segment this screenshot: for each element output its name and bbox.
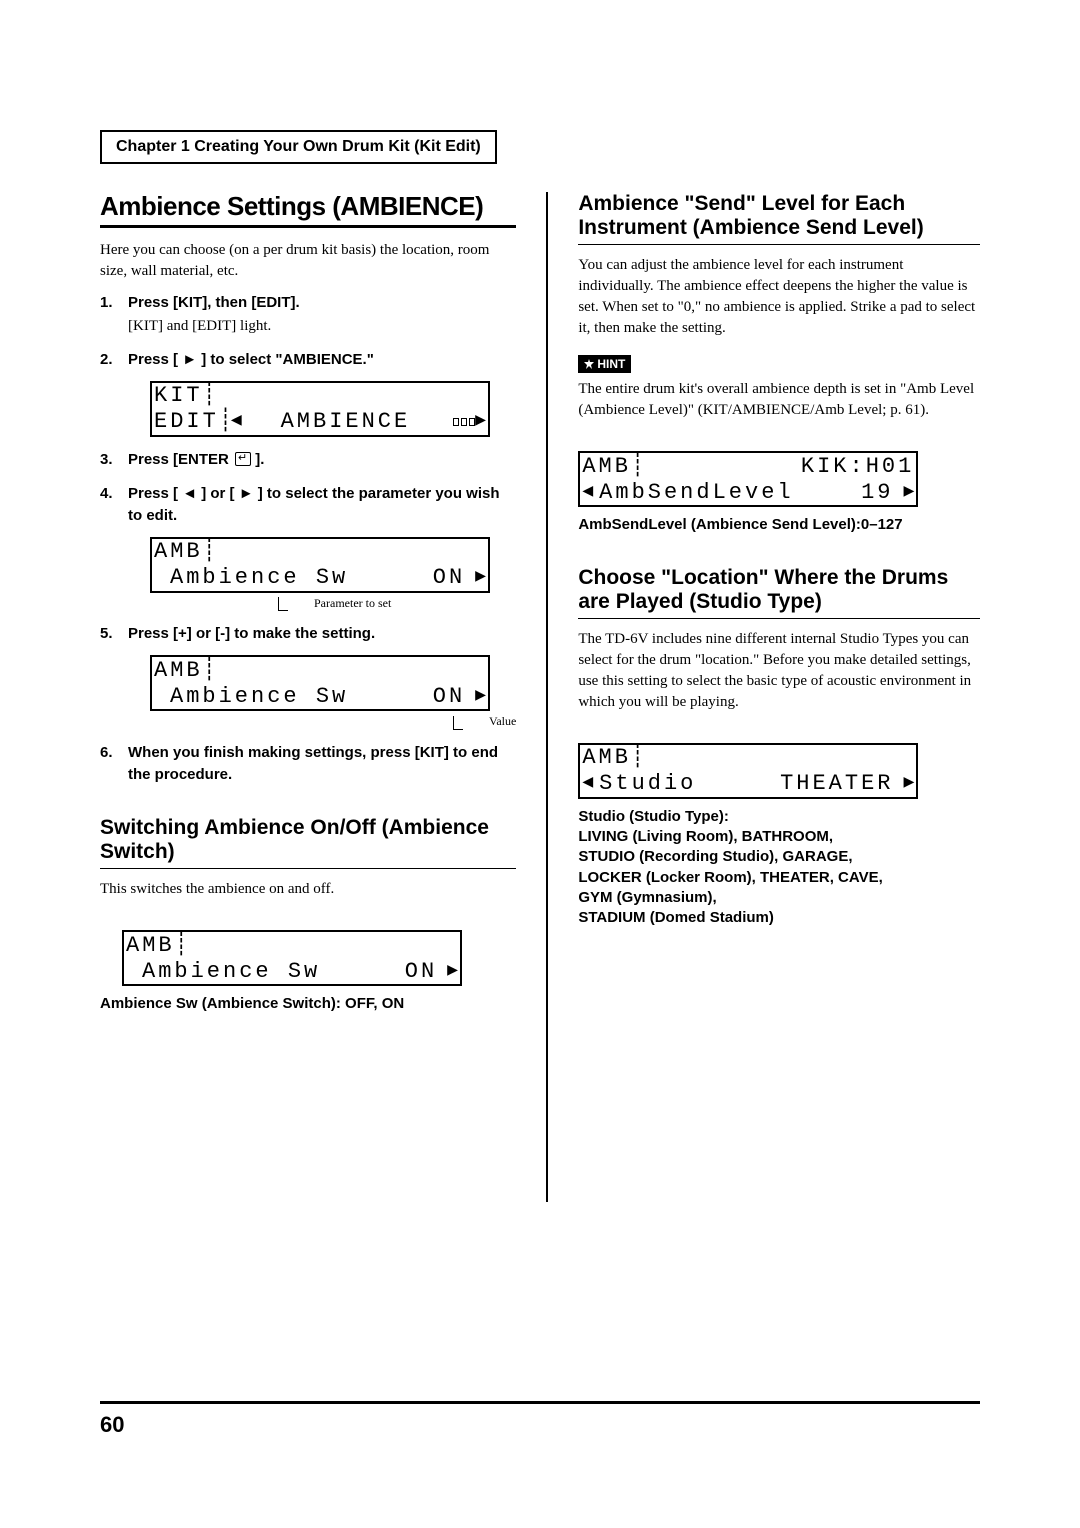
studio-line: GYM (Gymnasium), xyxy=(578,888,980,908)
divider-icon: ┊ xyxy=(203,659,215,682)
chapter-header: Chapter 1 Creating Your Own Drum Kit (Ki… xyxy=(100,130,497,164)
callout-label: Value xyxy=(489,713,516,730)
step-1-bold: Press [KIT], then [EDIT]. xyxy=(128,294,300,311)
left-arrow-icon: ◀ xyxy=(231,412,242,431)
hint-badge: HINT xyxy=(578,355,631,373)
send-level-params: AmbSendLevel (Ambience Send Level):0–127 xyxy=(578,515,980,535)
right-arrow-icon: ▶ xyxy=(475,568,486,587)
right-arrow-icon: ► xyxy=(239,485,254,502)
pattern-icon xyxy=(453,418,475,426)
columns: Ambience Settings (AMBIENCE) Here you ca… xyxy=(100,192,980,1202)
lcd-text: KIK:H01 xyxy=(643,455,914,478)
lcd-text: AMB xyxy=(126,934,175,957)
step-4: Press [ ◄ ] or [ ► ] to select the param… xyxy=(100,483,516,612)
studio-type-body: The TD-6V includes nine different intern… xyxy=(578,629,980,713)
step-3-bold: Press [ENTER xyxy=(128,451,233,468)
lcd-text: Studio xyxy=(599,772,696,795)
lcd-text: Ambience Sw xyxy=(170,566,348,589)
send-level-body: You can adjust the ambience level for ea… xyxy=(578,255,980,339)
lcd-value: THEATER xyxy=(696,772,893,795)
divider-icon: ┊ xyxy=(203,540,215,563)
right-arrow-icon: ▶ xyxy=(447,962,458,981)
step-6: When you finish making settings, press [… xyxy=(100,742,516,786)
step-2: Press [ ► ] to select "AMBIENCE." KIT ┊ … xyxy=(100,349,516,437)
lcd-text: AMB xyxy=(582,746,631,769)
callout-parameter: Parameter to set xyxy=(278,595,516,612)
step-3-bold-b: ]. xyxy=(251,451,264,468)
lcd-text: AMB xyxy=(582,455,631,478)
enter-icon xyxy=(235,452,251,466)
right-arrow-icon: ▶ xyxy=(475,687,486,706)
lcd-text: AMB xyxy=(154,540,203,563)
step-2-bold-b: ] to select "AMBIENCE." xyxy=(197,351,374,368)
studio-line: Studio (Studio Type): xyxy=(578,807,980,827)
right-arrow-icon: ► xyxy=(182,351,197,368)
step-5: Press [+] or [-] to make the setting. AM… xyxy=(100,623,516,730)
divider-icon: ┊ xyxy=(631,746,643,769)
subsection-studio-type: Choose "Location" Where the Drums are Pl… xyxy=(578,566,980,619)
lcd-text: Ambience Sw xyxy=(170,685,348,708)
left-arrow-icon: ◀ xyxy=(582,483,593,502)
left-arrow-icon: ◄ xyxy=(182,485,197,502)
lcd-text: EDIT xyxy=(154,410,219,433)
lcd-ambience-sw-2: AMB ┊ Ambience Sw ON ▶ xyxy=(150,655,490,711)
step-4-bold-mid: ] or [ xyxy=(197,485,239,502)
right-arrow-icon: ▶ xyxy=(903,483,914,502)
page-footer: 60 xyxy=(100,1401,980,1438)
section-heading-ambience: Ambience Settings (AMBIENCE) xyxy=(100,192,516,228)
step-2-bold-a: Press [ xyxy=(128,351,182,368)
studio-line: STADIUM (Domed Stadium) xyxy=(578,908,980,928)
right-column: Ambience "Send" Level for Each Instrumen… xyxy=(578,192,980,1202)
lcd-text: KIT xyxy=(154,384,203,407)
step-4-bold-a: Press [ xyxy=(128,485,182,502)
lcd-value: 19 xyxy=(794,481,894,504)
step-1-note: [KIT] and [EDIT] light. xyxy=(128,316,516,337)
subsection-ambience-switch: Switching Ambience On/Off (Ambience Swit… xyxy=(100,816,516,869)
lcd-amb-send-level: AMB ┊ KIK:H01 ◀ AmbSendLevel 19 ▶ xyxy=(578,451,918,507)
lcd-value: ON xyxy=(320,960,437,983)
divider-icon: ┊ xyxy=(219,410,231,433)
divider-icon: ┊ xyxy=(631,455,643,478)
right-arrow-icon: ▶ xyxy=(475,412,486,431)
lcd-kit-edit: KIT ┊ EDIT ┊ ◀ AMBIENCE ▶ xyxy=(150,381,490,437)
lcd-studio: AMB ┊ ◀ Studio THEATER ▶ xyxy=(578,743,918,799)
step-3: Press [ENTER ]. xyxy=(100,449,516,471)
hint-body: The entire drum kit's overall ambience d… xyxy=(578,379,980,421)
hint-icon xyxy=(584,359,594,369)
subsection-send-level: Ambience "Send" Level for Each Instrumen… xyxy=(578,192,980,245)
callout-value: Value xyxy=(453,713,516,730)
ambience-switch-params: Ambience Sw (Ambience Switch): OFF, ON xyxy=(100,994,516,1014)
callout-label: Parameter to set xyxy=(314,595,391,612)
steps-list: Press [KIT], then [EDIT]. [KIT] and [EDI… xyxy=(100,292,516,787)
right-arrow-icon: ▶ xyxy=(903,774,914,793)
left-arrow-icon: ◀ xyxy=(582,774,593,793)
studio-line: LOCKER (Locker Room), THEATER, CAVE, xyxy=(578,868,980,888)
intro-text: Here you can choose (on a per drum kit b… xyxy=(100,240,516,282)
divider-icon: ┊ xyxy=(175,934,187,957)
lcd-text: Ambience Sw xyxy=(142,960,320,983)
ambience-switch-body: This switches the ambience on and off. xyxy=(100,879,516,900)
lcd-text: AmbSendLevel xyxy=(599,481,793,504)
column-divider xyxy=(546,192,548,1202)
lcd-value: ON xyxy=(348,566,465,589)
studio-line: STUDIO (Recording Studio), GARAGE, xyxy=(578,847,980,867)
divider-icon: ┊ xyxy=(203,384,215,407)
studio-type-list: Studio (Studio Type): LIVING (Living Roo… xyxy=(578,807,980,929)
page-content: Chapter 1 Creating Your Own Drum Kit (Ki… xyxy=(100,130,980,1202)
page-number: 60 xyxy=(100,1412,124,1437)
step-1: Press [KIT], then [EDIT]. [KIT] and [EDI… xyxy=(100,292,516,337)
step-6-bold: When you finish making settings, press [… xyxy=(128,744,498,783)
lcd-ambience-sw-3: AMB ┊ Ambience Sw ON ▶ xyxy=(122,930,462,986)
lcd-text: AMBIENCE xyxy=(242,410,450,433)
hint-label: HINT xyxy=(597,357,625,371)
studio-line: LIVING (Living Room), BATHROOM, xyxy=(578,827,980,847)
left-column: Ambience Settings (AMBIENCE) Here you ca… xyxy=(100,192,516,1202)
lcd-ambience-sw-1: AMB ┊ Ambience Sw ON ▶ xyxy=(150,537,490,593)
step-5-bold: Press [+] or [-] to make the setting. xyxy=(128,625,375,642)
lcd-text: AMB xyxy=(154,659,203,682)
lcd-value: ON xyxy=(348,685,465,708)
